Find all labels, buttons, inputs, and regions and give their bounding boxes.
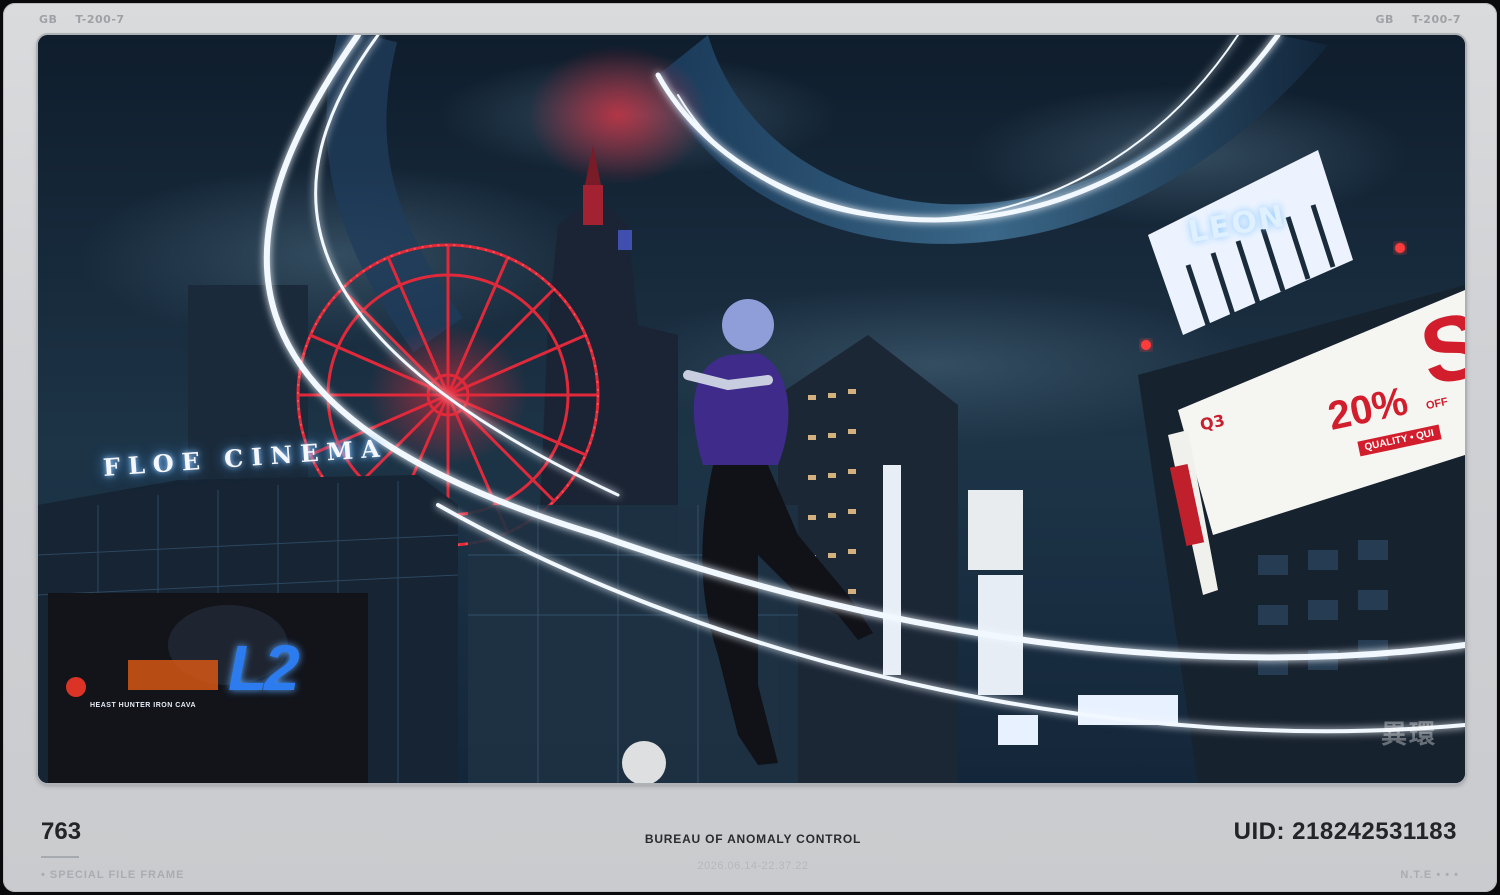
header-left-code: GB xyxy=(39,13,58,26)
game-watermark: 異環 xyxy=(1380,720,1437,750)
header-tag-left: GB T-200-7 xyxy=(39,13,125,26)
photo-frame: GB T-200-7 GB T-200-7 FLOE CINEMA LEON S… xyxy=(3,3,1497,892)
header-right-id: T-200-7 xyxy=(1411,13,1461,26)
poster-subtitle: HEAST HUNTER IRON CAVA xyxy=(90,702,197,709)
brand-label: N.T.E • • • xyxy=(1400,869,1459,881)
header-tag-right: GB T-200-7 xyxy=(1375,13,1461,26)
capture-timestamp: 2026.06.14-22.37.22 xyxy=(697,860,809,872)
header-left-id: T-200-7 xyxy=(75,13,125,26)
frame-number-underline xyxy=(41,856,79,858)
header-right-code: GB xyxy=(1375,13,1394,26)
poster-logo: L2 xyxy=(228,632,300,704)
screenshot-photo: FLOE CINEMA LEON S Q3 20% OFF QUALITY • … xyxy=(38,35,1465,783)
player-uid: UID: 218242531183 xyxy=(1233,818,1457,845)
